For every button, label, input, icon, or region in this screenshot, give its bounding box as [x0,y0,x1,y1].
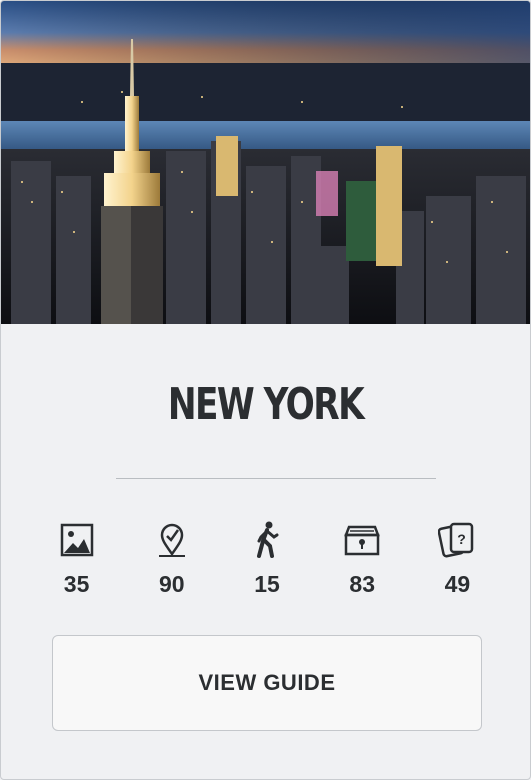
stat-value: 90 [159,571,185,597]
stats-row: 35 90 15 83 ? 49 [29,519,505,598]
stat-value: 35 [63,571,90,597]
city-card: NEW YORK 35 90 15 83 ? 49 VIEW GUIDE [0,0,531,780]
city-title: NEW YORK [167,379,365,430]
stat-value: 15 [254,571,280,597]
view-guide-button[interactable]: VIEW GUIDE [52,635,482,731]
city-hero-image [1,1,530,324]
location-pin-icon [152,519,192,561]
stat-photos: 35 [29,519,124,598]
question-cards-icon: ? [437,519,477,561]
treasure-chest-icon [342,519,382,561]
photo-icon [57,519,97,561]
svg-text:?: ? [458,531,467,547]
stat-quizzes: ? 49 [410,519,505,598]
stat-places: 90 [124,519,219,598]
walking-person-icon [247,519,287,561]
stat-value: 83 [349,571,375,597]
stat-secrets: 83 [315,519,410,598]
stat-value: 49 [444,571,471,597]
divider [116,478,436,479]
stat-walks: 15 [219,519,314,598]
skyline-photo [1,1,530,324]
view-guide-label: VIEW GUIDE [198,670,336,695]
